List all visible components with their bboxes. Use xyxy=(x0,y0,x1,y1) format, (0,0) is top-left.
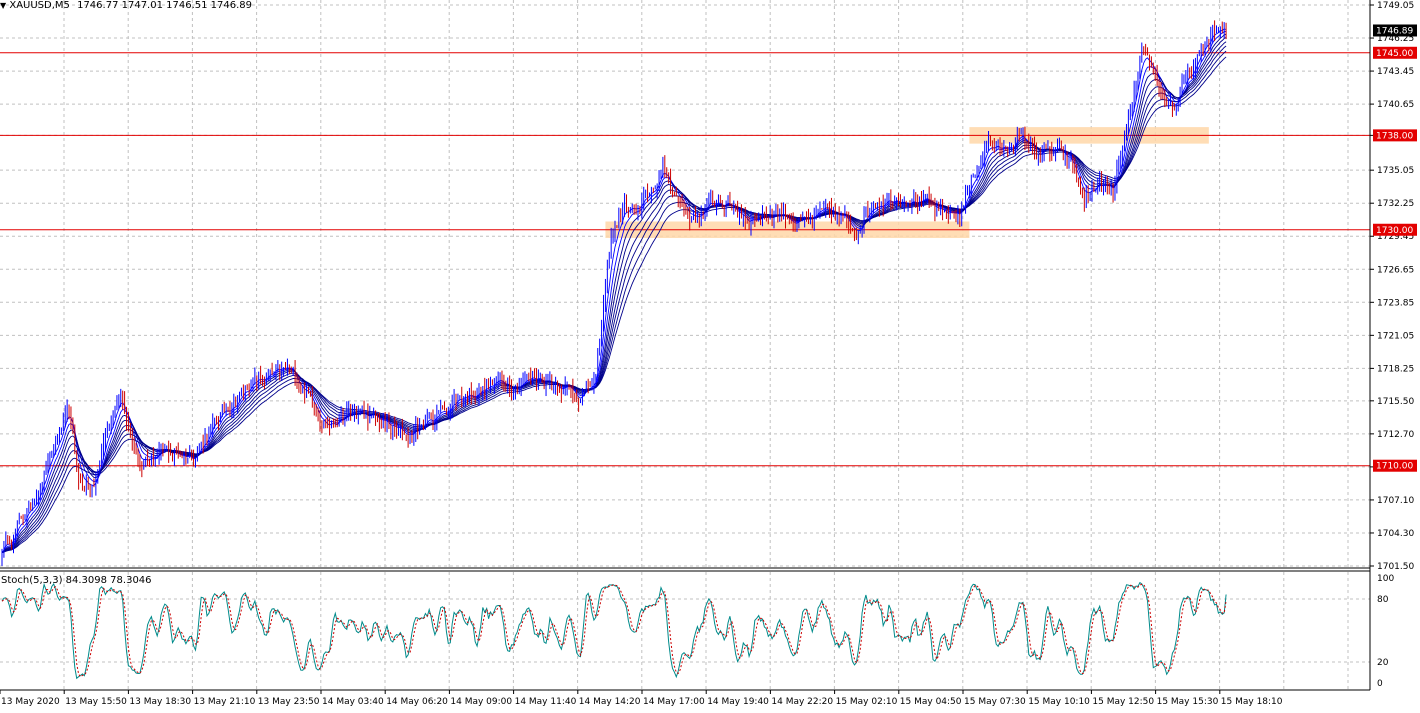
price-label: 1718.25 xyxy=(1377,364,1414,374)
price-label: 1707.10 xyxy=(1377,496,1414,506)
price-label: 1723.85 xyxy=(1377,298,1414,308)
time-label: 15 May 04:50 xyxy=(900,697,962,707)
price-label: 1712.70 xyxy=(1377,430,1414,440)
price-label: 1721.05 xyxy=(1377,331,1414,341)
time-label: 15 May 12:50 xyxy=(1092,697,1154,707)
price-label: 1726.65 xyxy=(1377,265,1414,275)
time-label: 14 May 06:20 xyxy=(386,697,448,707)
price-label: 1749.05 xyxy=(1377,1,1414,11)
chart-window[interactable]: 1749.051746.251743.451740.651738.001735.… xyxy=(0,0,1420,713)
moving-average-line xyxy=(1,37,1227,553)
level-label: 1730.00 xyxy=(1376,226,1413,236)
moving-average-line xyxy=(1,33,1227,553)
moving-average-line xyxy=(1,28,1227,553)
level-label: 1738.00 xyxy=(1376,131,1413,141)
price-label: 1735.05 xyxy=(1377,166,1414,176)
stochastic-axis-label: 80 xyxy=(1377,595,1389,605)
stochastic-axis-label: 20 xyxy=(1377,658,1389,668)
ohlc-values: 1746.77 1747.01 1746.51 1746.89 xyxy=(77,0,253,11)
price-label: 1701.50 xyxy=(1377,562,1414,572)
time-label: 15 May 02:10 xyxy=(836,697,898,707)
time-label: 13 May 18:30 xyxy=(129,697,191,707)
time-label: 14 May 11:40 xyxy=(515,697,577,707)
stochastic-signal-line xyxy=(1,583,1227,678)
level-label: 1745.00 xyxy=(1376,49,1413,59)
time-label: 14 May 19:40 xyxy=(707,697,769,707)
stochastic-oscillator xyxy=(1,581,1227,680)
current-price-label: 1746.89 xyxy=(1376,26,1413,36)
chart-canvas[interactable]: 1749.051746.251743.451740.651738.001735.… xyxy=(0,0,1420,713)
price-label: 1740.65 xyxy=(1377,100,1414,110)
time-label: 13 May 15:50 xyxy=(65,697,127,707)
moving-average-line xyxy=(1,41,1227,554)
chart-header: ▼ XAUUSD,M5 1746.77 1747.01 1746.51 1746… xyxy=(0,0,252,11)
price-label: 1704.30 xyxy=(1377,529,1414,539)
time-label: 14 May 03:40 xyxy=(322,697,384,707)
time-label: 15 May 18:10 xyxy=(1221,697,1283,707)
stochastic-main-line xyxy=(1,581,1227,680)
stochastic-axis-label: 100 xyxy=(1377,574,1394,584)
price-label: 1715.50 xyxy=(1377,397,1414,407)
stochastic-axis: 100 80 20 0 xyxy=(1377,574,1394,689)
price-label: 1732.25 xyxy=(1377,199,1414,209)
stochastic-axis-label: 0 xyxy=(1377,679,1383,689)
time-label: 14 May 09:00 xyxy=(450,697,512,707)
time-label: 13 May 2020 xyxy=(1,697,60,707)
time-label: 15 May 07:30 xyxy=(964,697,1026,707)
time-label: 13 May 21:10 xyxy=(194,697,256,707)
time-label: 13 May 23:50 xyxy=(258,697,320,707)
price-axis[interactable]: 1749.051746.251743.451740.651738.001735.… xyxy=(1370,1,1414,572)
chevron-down-icon[interactable]: ▼ xyxy=(0,1,6,10)
time-axis[interactable]: 13 May 2020 13 May 15:50 13 May 18:30 13 Ma… xyxy=(0,690,1283,707)
symbol-title: XAUUSD,M5 xyxy=(9,0,70,11)
stochastic-title: Stoch(5,3,3) 84.3098 78.3046 xyxy=(1,575,152,586)
moving-average-line xyxy=(1,30,1227,553)
time-label: 15 May 10:10 xyxy=(1028,697,1090,707)
price-label: 1743.45 xyxy=(1377,67,1414,77)
moving-averages xyxy=(1,28,1227,554)
time-label: 14 May 14:20 xyxy=(579,697,641,707)
level-label: 1710.00 xyxy=(1376,462,1413,472)
horizontal-levels[interactable] xyxy=(0,52,1370,467)
candles xyxy=(1,20,1227,566)
time-label: 15 May 15:30 xyxy=(1157,697,1219,707)
time-label: 14 May 17:00 xyxy=(643,697,705,707)
time-label: 14 May 22:20 xyxy=(771,697,833,707)
